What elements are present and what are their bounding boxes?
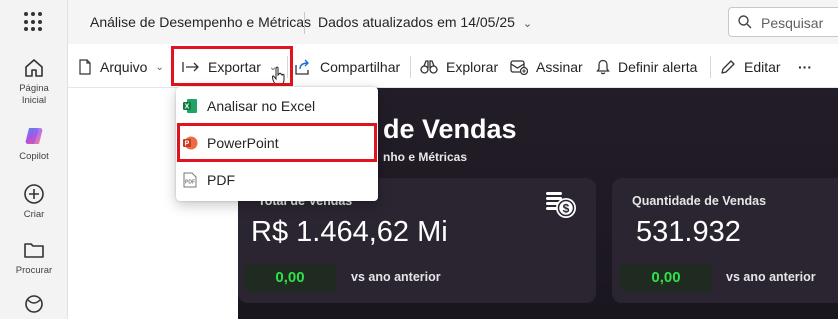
search-box[interactable]: Pesquisar bbox=[728, 7, 838, 37]
data-updated-dropdown[interactable]: Dados atualizados em 14/05/25 ⌄ bbox=[318, 14, 532, 30]
kpi-value: 531.932 bbox=[636, 216, 741, 248]
export-highlight bbox=[171, 46, 293, 86]
report-toolbar: Arquivo ⌄ Exportar ⌄ Compartilhar Explor… bbox=[68, 46, 838, 88]
pencil-icon bbox=[721, 60, 735, 74]
money-stack-icon: $ bbox=[546, 192, 576, 218]
share-button[interactable]: Compartilhar bbox=[294, 46, 400, 88]
report-subtitle: nho e Métricas bbox=[383, 150, 468, 164]
more-options-button[interactable]: ··· bbox=[798, 46, 812, 88]
chevron-down-icon: ⌄ bbox=[155, 61, 164, 73]
subscribe-label: Assinar bbox=[536, 59, 583, 75]
toolbar-divider bbox=[710, 56, 711, 78]
menu-item-label: Analisar no Excel bbox=[207, 98, 316, 114]
edit-button[interactable]: Editar bbox=[720, 46, 781, 88]
svg-text:X: X bbox=[185, 104, 190, 111]
file-menu-button[interactable]: Arquivo ⌄ bbox=[78, 46, 164, 88]
rail-item-browse[interactable]: Procurar bbox=[0, 238, 68, 277]
browse-icon bbox=[24, 243, 44, 258]
compare-label: vs ano anterior bbox=[726, 270, 816, 284]
svg-text:$: $ bbox=[563, 202, 570, 216]
excel-icon: X bbox=[183, 99, 197, 113]
home-icon bbox=[25, 59, 43, 77]
report-name[interactable]: Análise de Desempenho e Métricas bbox=[90, 14, 311, 30]
header-divider bbox=[304, 12, 305, 34]
rail-label-home-2: Inicial bbox=[21, 95, 47, 106]
app-window: Página Inicial Copilot Criar Procurar An… bbox=[0, 0, 838, 319]
file-label: Arquivo bbox=[100, 59, 148, 75]
hub-icon bbox=[25, 295, 43, 313]
app-launcher-icon[interactable] bbox=[24, 12, 44, 32]
delta-pill: 0,00 bbox=[620, 264, 712, 292]
rail-label-browse: Procurar bbox=[15, 265, 53, 276]
subscribe-icon bbox=[510, 60, 528, 75]
pdf-icon: PDF bbox=[183, 172, 197, 188]
file-icon bbox=[79, 59, 91, 75]
menu-item-pdf[interactable]: PDF PDF bbox=[176, 162, 378, 198]
powerpoint-highlight bbox=[177, 123, 377, 162]
subscribe-button[interactable]: Assinar bbox=[510, 46, 583, 88]
report-title: de Vendas bbox=[383, 114, 517, 144]
left-rail: Página Inicial Copilot Criar Procurar bbox=[0, 0, 68, 319]
search-placeholder: Pesquisar bbox=[761, 15, 824, 31]
more-icon: ··· bbox=[798, 59, 812, 75]
create-icon bbox=[24, 184, 44, 204]
svg-text:PDF: PDF bbox=[185, 180, 195, 186]
search-icon bbox=[738, 15, 752, 29]
explore-label: Explorar bbox=[446, 59, 499, 75]
toolbar-divider bbox=[410, 56, 411, 78]
set-alert-label: Definir alerta bbox=[618, 59, 698, 75]
explore-button[interactable]: Explorar bbox=[420, 46, 498, 88]
copilot-icon bbox=[25, 128, 43, 144]
binoculars-icon bbox=[420, 60, 438, 74]
rail-item-home[interactable]: Página Inicial bbox=[0, 56, 68, 107]
top-header: Análise de Desempenho e Métricas Dados a… bbox=[68, 0, 838, 44]
menu-item-label: PDF bbox=[207, 172, 235, 188]
share-label: Compartilhar bbox=[320, 59, 401, 75]
rail-label-create: Criar bbox=[23, 209, 45, 220]
share-icon bbox=[295, 59, 309, 75]
rail-item-create[interactable]: Criar bbox=[0, 182, 68, 221]
rail-label-copilot: Copilot bbox=[19, 151, 49, 162]
bell-icon bbox=[596, 59, 610, 75]
chevron-down-icon: ⌄ bbox=[522, 18, 533, 30]
menu-item-analyze-in-excel[interactable]: X Analisar no Excel bbox=[176, 88, 378, 124]
edit-label: Editar bbox=[744, 59, 781, 75]
set-alert-button[interactable]: Definir alerta bbox=[596, 46, 697, 88]
export-dropdown-menu: X Analisar no Excel P PowerPoint PDF PDF bbox=[176, 87, 378, 201]
kpi-label: Quantidade de Vendas bbox=[632, 194, 767, 208]
kpi-value: R$ 1.464,62 Mi bbox=[251, 216, 448, 248]
delta-pill: 0,00 bbox=[244, 264, 336, 292]
compare-label: vs ano anterior bbox=[351, 270, 441, 284]
data-updated-text: Dados atualizados em 14/05/25 bbox=[318, 14, 515, 30]
kpi-card-sales-quantity[interactable]: Quantidade de Vendas 531.932 0,00 vs ano… bbox=[612, 178, 838, 303]
rail-item-hub[interactable] bbox=[0, 292, 68, 316]
rail-item-copilot[interactable]: Copilot bbox=[0, 124, 68, 163]
rail-label-home-1: Página bbox=[19, 83, 49, 94]
